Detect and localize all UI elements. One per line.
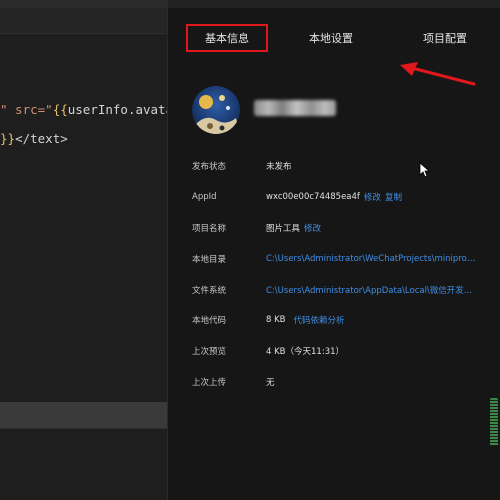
mouse-cursor-icon — [419, 162, 429, 178]
code-token-brace: }} — [0, 131, 16, 146]
row-project-name: 项目名称 图片工具 修改 — [192, 221, 321, 235]
blurred-nickname — [254, 100, 336, 116]
project-name-value: 图片工具 — [266, 224, 301, 234]
last-upload-label: 上次上传 — [192, 378, 227, 388]
code-token-expr: userInfo.avata — [67, 102, 174, 117]
row-last-upload: 上次上传 无 — [192, 375, 275, 389]
local-code-label: 本地代码 — [192, 316, 227, 326]
appid-value: wxc00e00c74485ea4f — [266, 192, 360, 202]
tab-local-settings[interactable]: 本地设置 — [290, 24, 372, 52]
code-line-1[interactable]: " src="{{userInfo.avata — [0, 102, 173, 117]
tab-project-config[interactable]: 项目配置 — [404, 24, 486, 52]
code-token-tag: </text> — [15, 131, 68, 146]
project-name-edit-link[interactable]: 修改 — [304, 222, 321, 234]
code-token-brace: {{ — [52, 102, 68, 117]
last-upload-value: 无 — [266, 378, 275, 388]
row-last-preview: 上次预览 4 KB（今天11:31） — [192, 344, 344, 358]
annotation-arrow — [400, 62, 476, 86]
local-dir-label: 本地目录 — [192, 255, 227, 265]
local-code-value: 8 KB — [266, 315, 286, 325]
tab-basic-info[interactable]: 基本信息 — [186, 24, 268, 52]
row-file-system: 文件系统 C:\Users\Administrator\AppData\Loca… — [192, 283, 472, 297]
details-panel: 基本信息 本地设置 项目配置 发布状态 未发布 AppId wxc00e00c7… — [167, 0, 500, 500]
last-preview-value: 4 KB（今天11:31） — [266, 347, 345, 357]
appid-edit-link[interactable]: 修改 — [364, 191, 381, 203]
publish-status-label: 发布状态 — [192, 162, 227, 172]
code-editor[interactable]: " src="{{userInfo.avata }}</text> — [0, 0, 173, 500]
project-name-label: 项目名称 — [192, 224, 227, 234]
file-system-label: 文件系统 — [192, 286, 227, 296]
row-local-dir: 本地目录 C:\Users\Administrator\WeChatProjec… — [192, 252, 478, 266]
editor-top-bar — [0, 0, 167, 8]
dependency-analysis-link[interactable]: 代码依赖分析 — [294, 314, 345, 326]
editor-tab-strip — [0, 8, 167, 34]
appid-copy-link[interactable]: 复制 — [385, 191, 402, 203]
code-line-2[interactable]: }}</text> — [0, 131, 68, 146]
local-dir-link[interactable]: C:\Users\Administrator\WeChatProjects\mi… — [266, 254, 478, 264]
editor-divider-line — [0, 428, 167, 429]
row-local-code: 本地代码 8 KB 代码依赖分析 — [192, 313, 345, 327]
file-system-link[interactable]: C:\Users\Administrator\AppData\Local\微信开… — [266, 284, 472, 296]
panel-top-bar — [168, 0, 500, 8]
editor-panel-divider[interactable] — [0, 402, 167, 428]
avatar[interactable] — [192, 86, 240, 134]
appid-label: AppId — [192, 192, 217, 202]
last-preview-label: 上次预览 — [192, 347, 227, 357]
code-token-attr: " src=" — [0, 102, 53, 117]
row-publish-status: 发布状态 未发布 — [192, 159, 292, 173]
scrollbar[interactable] — [490, 398, 498, 446]
row-appid: AppId wxc00e00c74485ea4f 修改 复制 — [192, 190, 402, 204]
publish-status-value: 未发布 — [266, 162, 292, 172]
